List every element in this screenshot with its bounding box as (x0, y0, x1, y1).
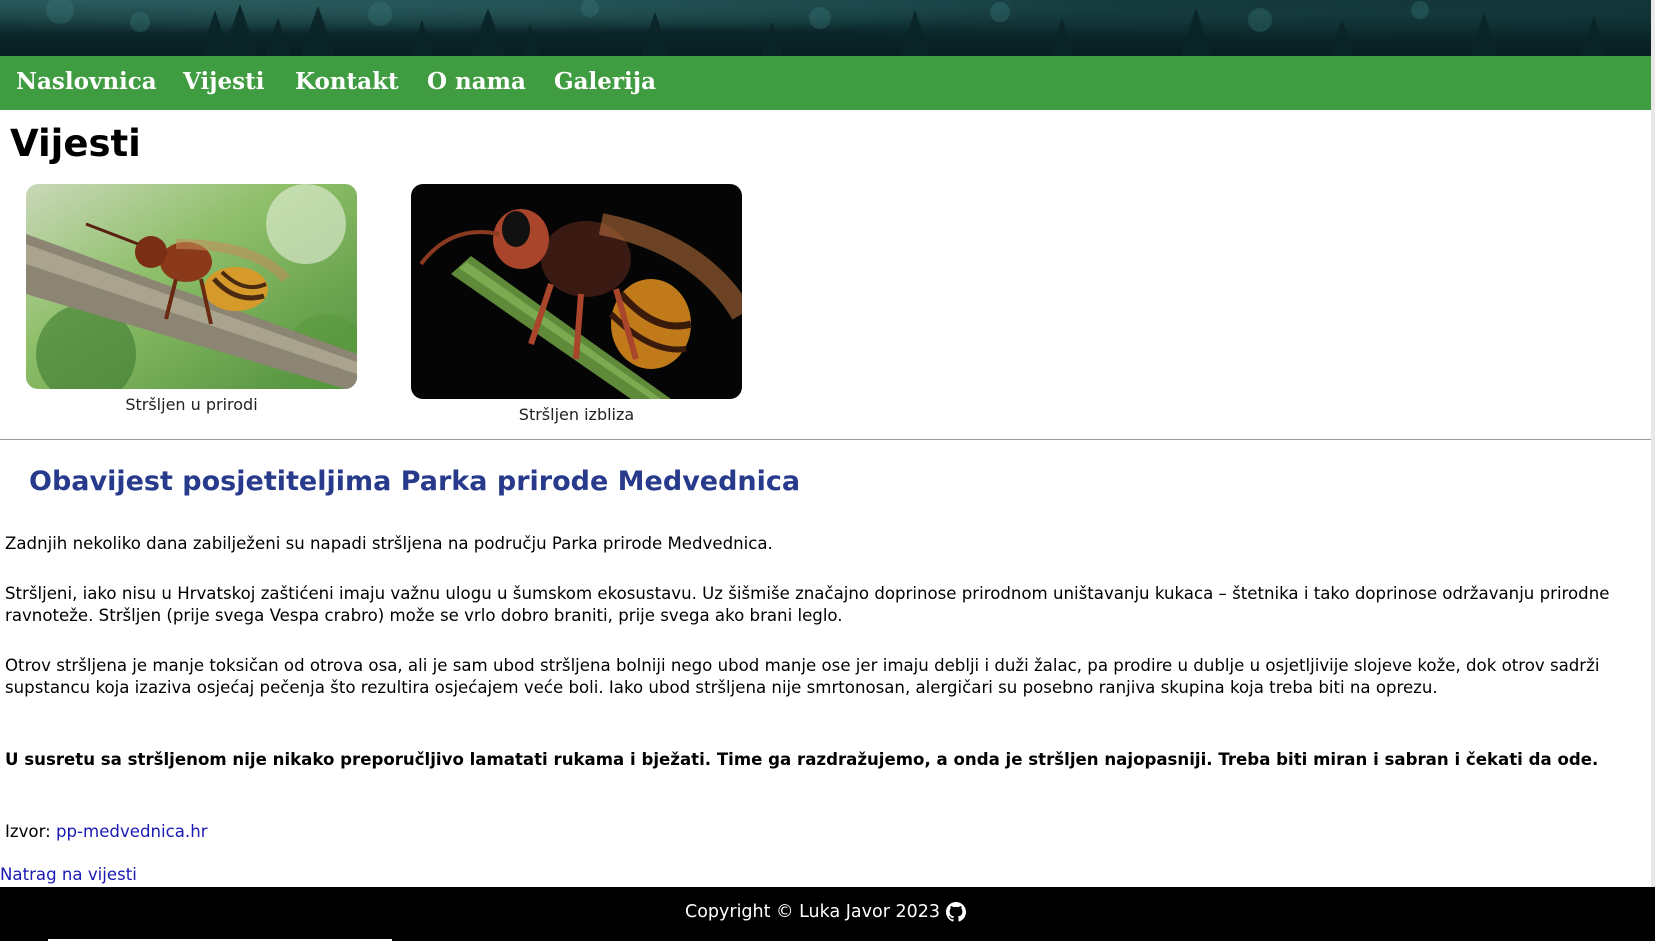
nav-item-galerija[interactable]: Galerija (554, 68, 656, 95)
source-link[interactable]: pp-medvednica.hr (56, 822, 208, 841)
github-icon[interactable] (946, 902, 967, 922)
forest-silhouette (46, 0, 1608, 56)
gallery-figure: Stršljen u prirodi (26, 184, 357, 414)
copyright-text: Copyright © Luka Javor 2023 (684, 902, 941, 922)
figure-caption: Stršljen u prirodi (125, 395, 258, 414)
footer: Copyright © Luka Javor 2023 (0, 887, 1655, 941)
page-title: Vijesti (10, 122, 141, 165)
section-divider (0, 439, 1651, 440)
source-label: Izvor: (5, 822, 56, 841)
main-nav: Naslovnica Vijesti Kontakt O nama Galeri… (0, 56, 1651, 110)
gallery-figure: Stršljen izbliza (411, 184, 742, 424)
figure-caption: Stršljen izbliza (518, 405, 635, 424)
article-paragraph: Zadnjih nekoliko dana zabilježeni su nap… (5, 534, 773, 553)
warning-paragraph: U susretu sa stršljenom nije nikako prep… (5, 750, 1599, 769)
footer-content: Copyright © Luka Javor 2023 (0, 902, 1651, 922)
article-paragraph: Stršljeni, iako nisu u Hrvatskoj zaštiće… (5, 584, 1610, 625)
source-line: Izvor: pp-medvednica.hr (5, 821, 1640, 843)
back-to-news-link[interactable]: Natrag na vijesti (0, 865, 137, 884)
scrollbar-track[interactable] (1651, 0, 1655, 887)
nav-item-o-nama[interactable]: O nama (427, 68, 526, 95)
nav-item-vijesti[interactable]: Vijesti (183, 68, 264, 95)
notice-heading: Obavijest posjetiteljima Parka prirode M… (29, 466, 801, 497)
header-banner (0, 0, 1651, 56)
hornet-nature-image[interactable] (26, 184, 357, 389)
nav-item-naslovnica[interactable]: Naslovnica (16, 68, 157, 95)
nav-item-kontakt[interactable]: Kontakt (295, 68, 399, 95)
article-paragraph: Otrov stršljena je manje toksičan od otr… (5, 656, 1600, 697)
hornet-closeup-image[interactable] (411, 184, 742, 399)
